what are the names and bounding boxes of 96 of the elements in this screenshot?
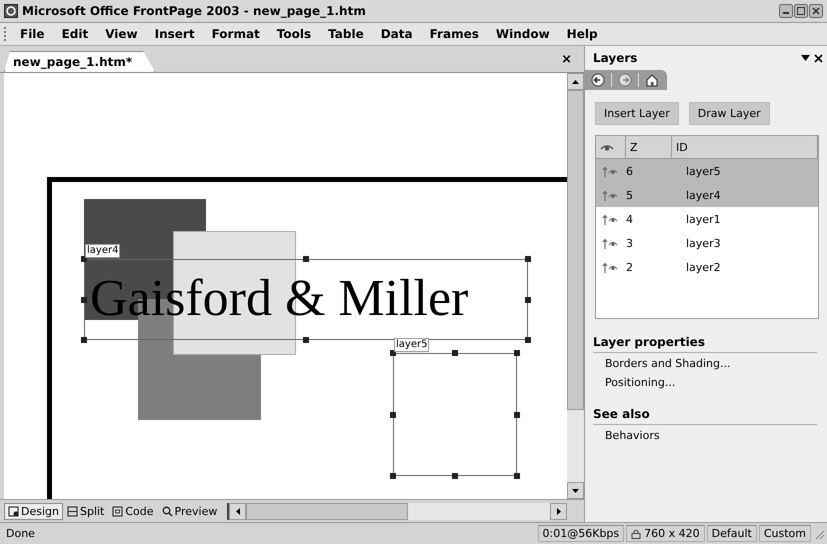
scroll-thumb[interactable] bbox=[246, 502, 408, 520]
pane-link[interactable]: Positioning... bbox=[593, 372, 823, 391]
view-tab[interactable]: Code bbox=[108, 502, 158, 520]
back-icon bbox=[591, 73, 605, 87]
maximize-icon bbox=[794, 4, 808, 18]
resize-handle[interactable] bbox=[525, 256, 531, 262]
close-icon bbox=[809, 4, 823, 18]
layer-row[interactable]: 6 layer5 bbox=[596, 159, 818, 183]
menu-item[interactable]: Edit bbox=[52, 25, 96, 43]
resize-handle[interactable] bbox=[303, 256, 309, 262]
resize-handle[interactable] bbox=[452, 350, 458, 356]
pane-link[interactable]: Behaviors bbox=[593, 425, 823, 444]
layer-row[interactable]: 4 layer1 bbox=[596, 207, 818, 231]
window-title: Microsoft Office FrontPage 2003 - new_page_1.htm bbox=[22, 4, 367, 18]
resize-handle[interactable] bbox=[514, 473, 520, 479]
resize-handle[interactable] bbox=[525, 296, 531, 302]
layer-row[interactable]: 2 layer2 bbox=[596, 255, 818, 279]
up-arrow-icon bbox=[572, 80, 579, 84]
z-index-text: 6 bbox=[626, 164, 634, 178]
document-tab[interactable]: new_page_1.htm* bbox=[4, 51, 156, 72]
dropdown-icon bbox=[801, 55, 810, 61]
left-arrow-icon bbox=[236, 508, 240, 514]
right-arrow-icon bbox=[556, 508, 560, 514]
z-index-text: 3 bbox=[626, 236, 634, 250]
search-icon bbox=[162, 506, 173, 516]
pane-link[interactable]: Borders and Shading... bbox=[593, 353, 823, 372]
resize-handle[interactable] bbox=[390, 412, 396, 418]
resize-handle[interactable] bbox=[514, 412, 520, 418]
pane-title: Layers bbox=[593, 51, 638, 65]
menu-item[interactable]: Tools bbox=[268, 25, 320, 43]
layer-id-text: layer2 bbox=[685, 260, 722, 274]
section-heading: Layer properties bbox=[593, 329, 817, 353]
close-icon bbox=[814, 54, 823, 62]
resize-handle[interactable] bbox=[303, 337, 309, 343]
layer-row[interactable]: 3 layer3 bbox=[596, 231, 818, 255]
close-document-button[interactable]: × bbox=[561, 52, 572, 67]
column-header[interactable]: Z bbox=[626, 136, 672, 158]
app-icon bbox=[4, 4, 18, 18]
menu-item[interactable]: Data bbox=[372, 25, 421, 43]
layer-row[interactable]: 5 layer4 bbox=[596, 183, 818, 207]
resize-handle[interactable] bbox=[81, 337, 87, 343]
visibility-icon bbox=[602, 166, 618, 176]
status-panel: Custom bbox=[758, 525, 811, 542]
visibility-icon bbox=[602, 238, 618, 248]
minimize-icon bbox=[779, 4, 793, 18]
status-panel: 0:01@56Kbps bbox=[538, 525, 624, 542]
menu-item[interactable]: File bbox=[11, 25, 53, 43]
z-index-text: 5 bbox=[626, 188, 634, 202]
resize-handle[interactable] bbox=[525, 337, 531, 343]
status-panel: 760 x 420 bbox=[626, 525, 705, 542]
visibility-icon bbox=[602, 214, 618, 224]
view-tab[interactable]: Split bbox=[62, 502, 108, 520]
scroll-up-button[interactable] bbox=[567, 73, 584, 90]
menu-item[interactable]: Table bbox=[319, 25, 372, 43]
status-text: Done bbox=[6, 527, 35, 540]
scroll-left-button[interactable] bbox=[229, 502, 246, 520]
layer-id-text: layer4 bbox=[685, 188, 722, 202]
resize-handle[interactable] bbox=[390, 473, 396, 479]
pane-button[interactable]: Draw Layer bbox=[688, 102, 770, 125]
menu-item[interactable]: Help bbox=[558, 25, 606, 43]
split-view-icon bbox=[66, 506, 78, 516]
scroll-down-button[interactable] bbox=[567, 482, 584, 499]
pane-button[interactable]: Insert Layer bbox=[595, 102, 679, 125]
visibility-icon bbox=[602, 190, 618, 200]
resize-grip-icon bbox=[813, 528, 825, 540]
lock-icon bbox=[631, 528, 642, 538]
status-panel: Default bbox=[706, 525, 757, 542]
layer-id-text: layer5 bbox=[685, 164, 722, 178]
layer-outline[interactable] bbox=[393, 353, 517, 476]
down-arrow-icon bbox=[572, 488, 579, 492]
view-tab[interactable]: Design bbox=[4, 502, 63, 520]
code-view-icon bbox=[112, 506, 124, 516]
z-index-text: 4 bbox=[626, 212, 634, 226]
resize-handle[interactable] bbox=[81, 296, 87, 302]
menu-item[interactable]: Frames bbox=[420, 25, 487, 43]
layer-id-text: layer3 bbox=[685, 236, 722, 250]
design-view-icon bbox=[8, 506, 19, 516]
layer-label: layer5 bbox=[394, 338, 430, 352]
resize-handle[interactable] bbox=[514, 350, 520, 356]
menu-item[interactable]: Insert bbox=[146, 25, 203, 43]
section-heading: See also bbox=[593, 401, 817, 425]
resize-handle[interactable] bbox=[452, 473, 458, 479]
z-index-text: 2 bbox=[626, 260, 634, 274]
menu-item[interactable]: Format bbox=[202, 25, 268, 43]
column-header[interactable]: ID bbox=[672, 136, 818, 158]
layer-id-text: layer1 bbox=[685, 212, 722, 226]
forward-icon bbox=[618, 73, 632, 87]
menu-item[interactable]: Window bbox=[486, 25, 558, 43]
view-tab[interactable]: Preview bbox=[158, 502, 222, 520]
visibility-icon bbox=[602, 262, 618, 272]
scroll-thumb[interactable] bbox=[567, 90, 584, 410]
eye-icon bbox=[600, 143, 614, 151]
home-icon bbox=[645, 73, 659, 87]
layer-label: layer4 bbox=[85, 244, 120, 258]
menu-item[interactable]: View bbox=[96, 25, 146, 43]
scroll-right-button[interactable] bbox=[550, 502, 567, 520]
